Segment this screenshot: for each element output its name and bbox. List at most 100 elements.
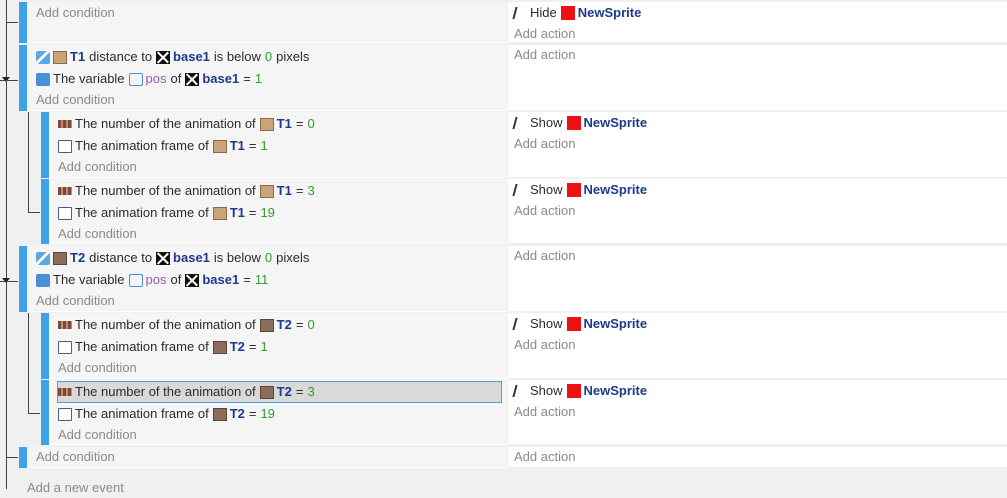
text: The animation frame of <box>75 138 209 153</box>
value: 19 <box>260 205 275 220</box>
sub-event-row[interactable]: The number of the animation of T2 = 3 Th… <box>0 380 1007 445</box>
operator: = <box>295 317 304 332</box>
add-condition-link[interactable]: Add condition <box>58 425 137 445</box>
edit-icon <box>512 385 526 397</box>
operator: = <box>243 71 251 86</box>
value: 3 <box>307 384 315 399</box>
edit-icon <box>512 117 526 129</box>
value: 19 <box>260 406 275 421</box>
t1-object-icon <box>259 117 274 131</box>
text: The number of the animation of <box>75 183 256 198</box>
event-row[interactable]: T2 distance to base1 is below 0 pixels T… <box>0 246 1007 312</box>
base-object-icon <box>185 273 200 287</box>
add-action-link[interactable]: Add action <box>514 447 575 467</box>
operator: = <box>248 406 257 421</box>
conditions-panel: Add condition <box>27 2 507 43</box>
action-verb: Hide <box>530 5 557 20</box>
add-condition-link[interactable]: Add condition <box>36 3 115 23</box>
object-name: NewSprite <box>583 182 648 197</box>
sprite-icon <box>560 6 575 20</box>
condition-anim-frame[interactable]: The animation frame of T2 = 19 <box>58 404 275 424</box>
action-hide[interactable]: Hide NewSprite <box>512 3 641 23</box>
sub-event-row[interactable]: The number of the animation of T2 = 0 Th… <box>0 313 1007 379</box>
t2-object-icon <box>259 385 274 399</box>
event-row[interactable]: Add condition Add action <box>0 447 1007 468</box>
condition-anim-number-selected[interactable]: The number of the animation of T2 = 3 <box>57 381 502 403</box>
add-condition-link[interactable]: Add condition <box>58 358 137 378</box>
condition-anim-frame[interactable]: The animation frame of T1 = 1 <box>58 136 268 156</box>
sprite-icon <box>566 183 581 197</box>
action-show[interactable]: Show NewSprite <box>512 314 648 334</box>
add-condition-link[interactable]: Add condition <box>36 447 115 467</box>
sprite-icon <box>566 384 581 398</box>
operator: = <box>295 384 304 399</box>
object-name: NewSprite <box>583 316 648 331</box>
add-condition-link[interactable]: Add condition <box>36 291 115 311</box>
sub-event-row[interactable]: The number of the animation of T1 = 3 Th… <box>0 179 1007 244</box>
condition-distance[interactable]: T2 distance to base1 is below 0 pixels <box>36 248 309 268</box>
object-name: T1 <box>70 49 86 64</box>
t1-object-icon <box>212 206 227 220</box>
actions-panel: Hide NewSprite Add action <box>508 2 1007 43</box>
variable-icon <box>36 273 50 287</box>
text: The variable <box>53 272 125 287</box>
condition-variable[interactable]: The variable pos of base1 = 1 <box>36 69 262 89</box>
condition-anim-frame[interactable]: The animation frame of T2 = 1 <box>58 337 268 357</box>
add-action-link[interactable]: Add action <box>514 45 575 65</box>
text: The number of the animation of <box>75 317 256 332</box>
add-condition-link[interactable]: Add condition <box>36 90 115 110</box>
add-action-link[interactable]: Add action <box>514 24 575 44</box>
action-show[interactable]: Show NewSprite <box>512 180 648 200</box>
t2-object-icon <box>212 340 227 354</box>
object-name: T2 <box>70 250 86 265</box>
actions-panel: Show NewSprite Add action <box>508 313 1007 379</box>
add-action-link[interactable]: Add action <box>514 201 575 221</box>
object-name: T2 <box>229 339 245 354</box>
variable-pos-icon <box>128 72 143 86</box>
add-action-link[interactable]: Add action <box>514 402 575 422</box>
actions-panel: Add action <box>508 447 1007 468</box>
condition-anim-number[interactable]: The number of the animation of T1 = 0 <box>58 114 315 134</box>
add-action-link[interactable]: Add action <box>514 335 575 355</box>
add-new-event-link[interactable]: Add a new event <box>27 478 124 498</box>
event-bar <box>41 112 49 178</box>
text: distance to <box>89 250 153 265</box>
object-name: base1 <box>202 272 240 287</box>
animation-icon <box>58 120 72 128</box>
add-action-link[interactable]: Add action <box>514 134 575 154</box>
conditions-panel: The number of the animation of T2 = 3 Th… <box>49 380 507 445</box>
add-action-link[interactable]: Add action <box>514 246 575 266</box>
animation-icon <box>58 187 72 195</box>
event-row[interactable]: T1 distance to base1 is below 0 pixels T… <box>0 45 1007 111</box>
value: 1 <box>260 138 268 153</box>
text: distance to <box>89 49 153 64</box>
actions-panel: Show NewSprite Add action <box>508 112 1007 178</box>
event-row[interactable]: Add condition Hide NewSprite Add action <box>0 2 1007 43</box>
action-show[interactable]: Show NewSprite <box>512 113 648 133</box>
action-show[interactable]: Show NewSprite <box>512 381 648 401</box>
frame-icon <box>58 206 72 220</box>
add-condition-link[interactable]: Add condition <box>58 157 137 177</box>
add-condition-link[interactable]: Add condition <box>58 224 137 244</box>
t1-object-icon <box>212 139 227 153</box>
value: 11 <box>254 272 269 287</box>
condition-anim-number[interactable]: The number of the animation of T1 = 3 <box>58 181 315 201</box>
text: The number of the animation of <box>75 116 256 131</box>
object-name: NewSprite <box>583 115 648 130</box>
value: 1 <box>254 71 263 86</box>
condition-distance[interactable]: T1 distance to base1 is below 0 pixels <box>36 47 309 67</box>
condition-variable[interactable]: The variable pos of base1 = 11 <box>36 270 268 290</box>
operator: = <box>248 138 257 153</box>
object-name: T1 <box>276 183 292 198</box>
text: pixels <box>276 49 310 64</box>
condition-anim-number[interactable]: The number of the animation of T2 = 0 <box>58 315 315 335</box>
condition-anim-frame[interactable]: The animation frame of T1 = 19 <box>58 203 275 223</box>
conditions-panel: The number of the animation of T2 = 0 Th… <box>49 313 507 379</box>
sprite-icon <box>566 317 581 331</box>
object-name: NewSprite <box>583 383 648 398</box>
operator: = <box>295 116 304 131</box>
sub-event-row[interactable]: The number of the animation of T1 = 0 Th… <box>0 112 1007 178</box>
object-name: base1 <box>173 49 210 64</box>
text: The animation frame of <box>75 406 209 421</box>
variable-name: pos <box>145 272 167 287</box>
